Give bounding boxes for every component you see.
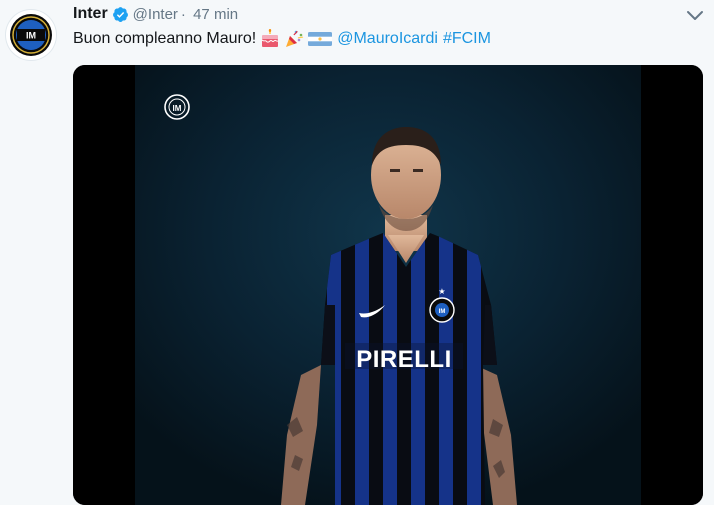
inter-watermark: IM [164, 94, 190, 120]
tweet-card[interactable]: IM Inter @Inter · 47 min Buon compleanno … [0, 0, 714, 505]
tweet-timestamp[interactable]: 47 min [193, 6, 238, 23]
more-options-button[interactable] [684, 6, 706, 26]
verified-badge-icon [112, 6, 129, 23]
tweet-media[interactable]: IM IM ★ PIRELLI [73, 65, 703, 505]
tweet-meta: @Inter · 47 min [133, 6, 241, 23]
shirt-sponsor: PIRELLI [356, 346, 452, 373]
argentina-flag-icon [308, 30, 333, 48]
hashtag-link[interactable]: #FCIM [443, 30, 491, 48]
tweet-header: Inter @Inter · 47 min [73, 3, 241, 25]
party-popper-icon [284, 29, 304, 49]
chevron-down-icon [687, 11, 703, 20]
mention-link[interactable]: @MauroIcardi [337, 30, 438, 48]
media-image: IM IM ★ PIRELLI [73, 65, 703, 505]
account-handle[interactable]: @Inter [133, 6, 178, 23]
tweet-message: Buon compleanno Mauro! [73, 30, 257, 47]
birthday-cake-icon [260, 29, 280, 49]
tweet-text: Buon compleanno Mauro! @MauroIcardi #FCI… [73, 29, 491, 49]
account-name[interactable]: Inter [73, 5, 108, 23]
svg-text:★: ★ [438, 287, 445, 296]
inter-crest-icon: IM [10, 14, 52, 56]
svg-text:IM: IM [439, 309, 446, 315]
svg-text:IM: IM [173, 104, 182, 113]
avatar[interactable]: IM [6, 10, 56, 60]
meta-separator: · [180, 5, 186, 23]
svg-text:IM: IM [26, 31, 36, 41]
